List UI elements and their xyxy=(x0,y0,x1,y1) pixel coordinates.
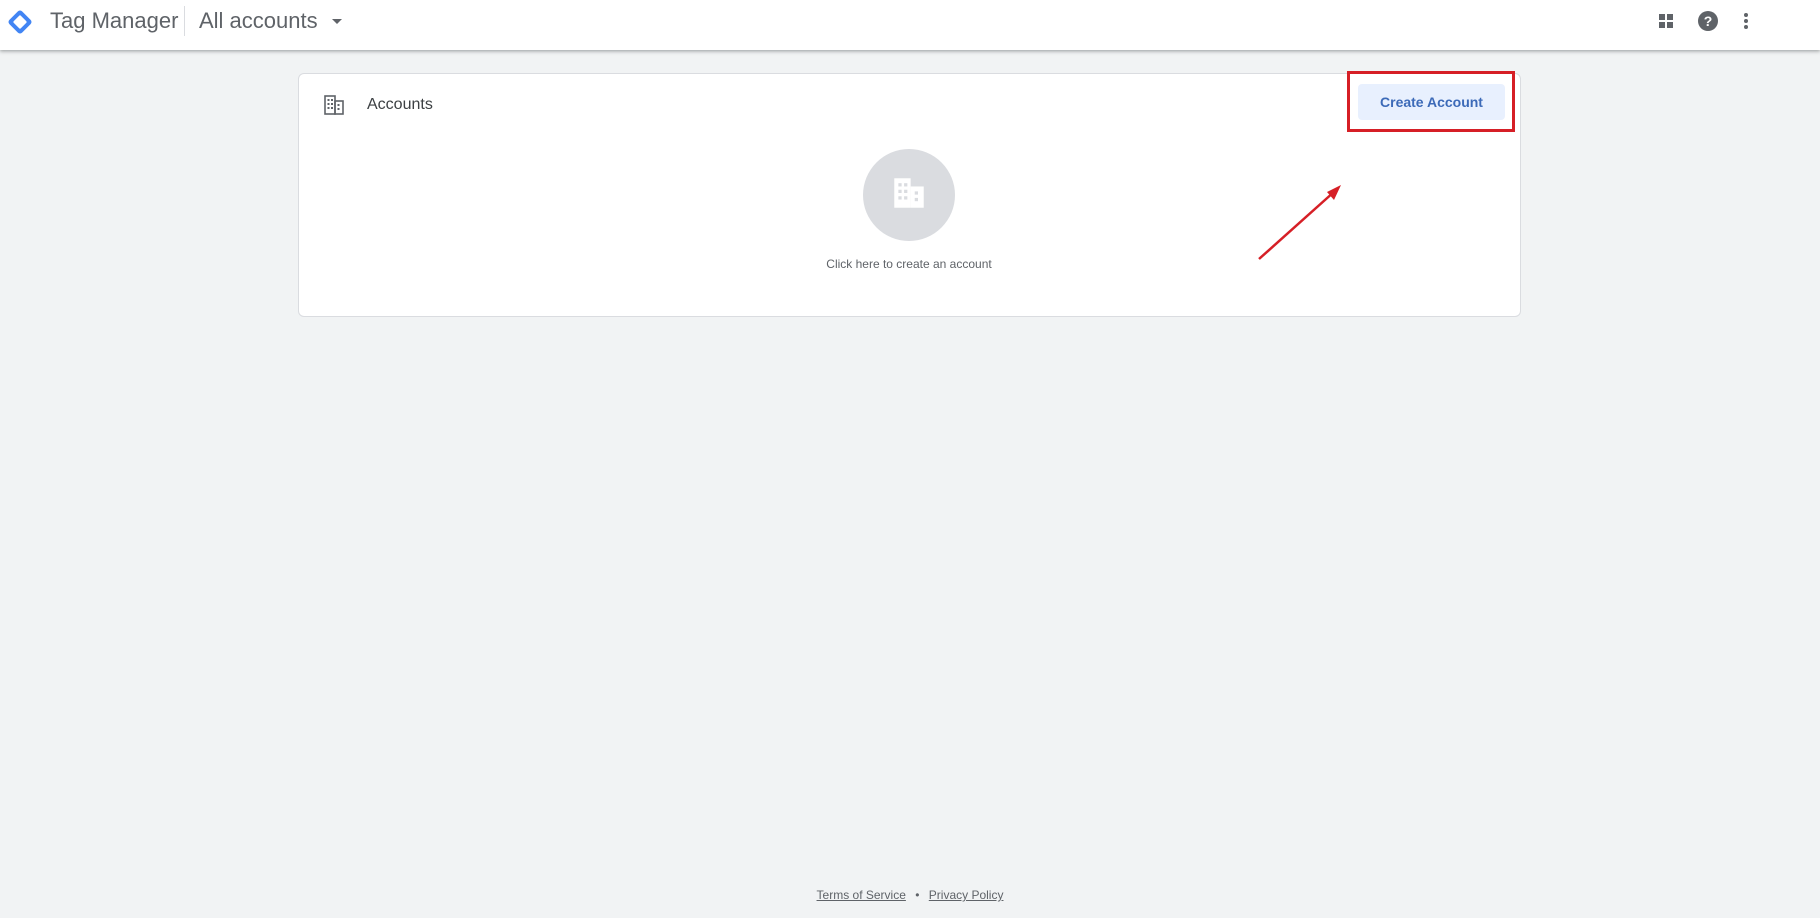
dropdown-arrow-icon xyxy=(331,18,342,24)
header-divider xyxy=(184,6,185,36)
empty-state-circle xyxy=(863,149,955,241)
privacy-policy-link[interactable]: Privacy Policy xyxy=(929,888,1004,902)
top-app-bar: Tag Manager All accounts ? xyxy=(0,0,1820,50)
help-icon[interactable]: ? xyxy=(1696,9,1720,33)
footer: Terms of Service • Privacy Policy xyxy=(0,888,1820,902)
svg-text:?: ? xyxy=(1704,13,1713,29)
tag-manager-logo-icon[interactable] xyxy=(5,7,35,37)
product-name: Tag Manager xyxy=(50,8,179,33)
create-account-empty-state[interactable]: Click here to create an account xyxy=(826,149,992,271)
terms-of-service-link[interactable]: Terms of Service xyxy=(817,888,906,902)
create-account-button[interactable]: Create Account xyxy=(1358,84,1505,120)
accounts-title: Accounts xyxy=(367,96,433,113)
account-switcher[interactable]: All accounts xyxy=(199,4,342,38)
building-icon xyxy=(323,94,345,116)
empty-state-text: Click here to create an account xyxy=(826,257,992,271)
building-icon xyxy=(891,175,927,216)
accounts-card: Accounts Create Account Click here to cr… xyxy=(298,71,1521,317)
main-content: Accounts Create Account Click here to cr… xyxy=(0,50,1820,918)
more-vert-icon[interactable] xyxy=(1734,9,1758,33)
apps-grid-icon[interactable] xyxy=(1654,9,1678,33)
account-switcher-label: All accounts xyxy=(199,8,318,33)
footer-separator: • xyxy=(915,888,920,902)
